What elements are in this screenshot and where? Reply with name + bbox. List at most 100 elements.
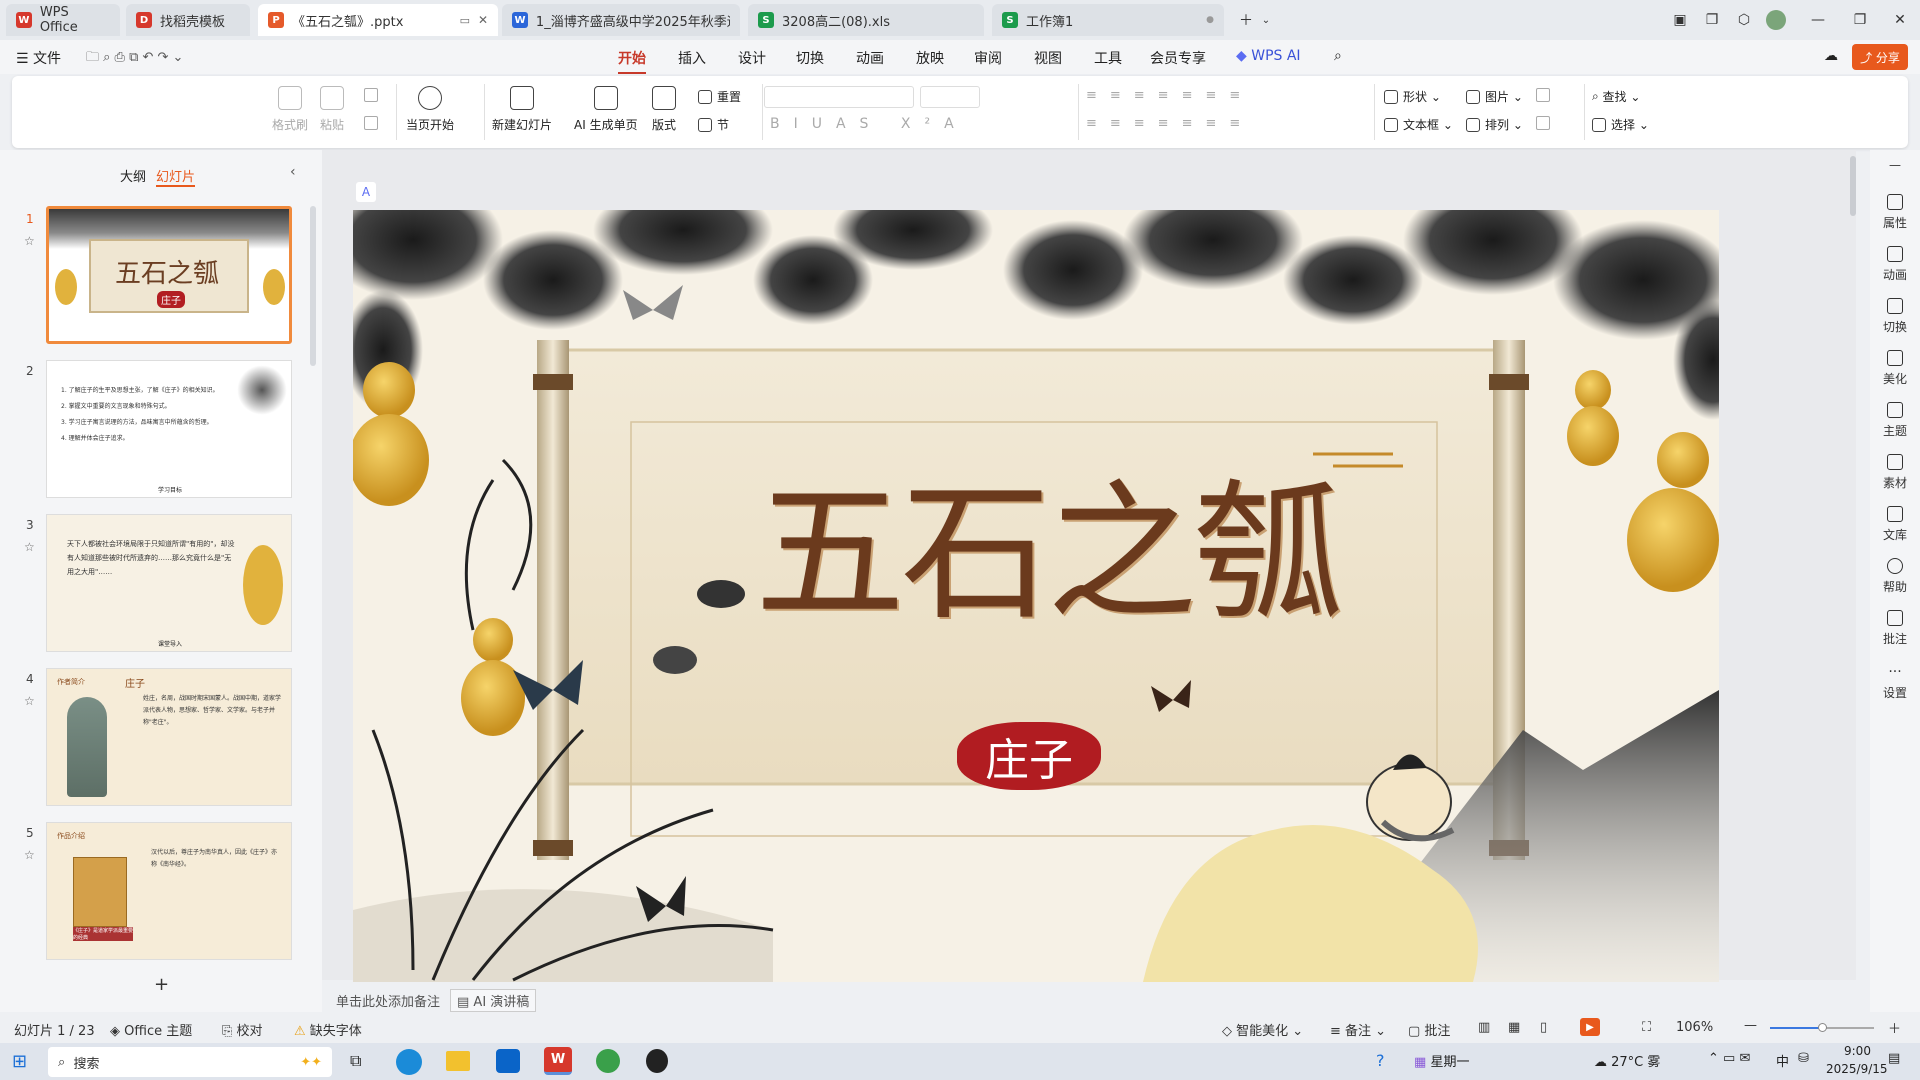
library-button[interactable]: 文库 — [1870, 506, 1920, 543]
slide-thumbnail-1[interactable]: 五石之瓠 庄子 — [46, 206, 292, 344]
transition-button[interactable]: 切换 — [1870, 298, 1920, 335]
tab-animation[interactable]: 动画 — [856, 48, 884, 68]
play-slideshow-icon[interactable]: ▶ — [1580, 1018, 1600, 1036]
browser-icon[interactable] — [596, 1049, 620, 1073]
weather-widget[interactable]: ☁ 27°C 雾 — [1594, 1051, 1660, 1070]
name-seal[interactable]: 庄子 — [957, 722, 1101, 790]
theme-button[interactable]: ◈ Office 主题 — [110, 1020, 192, 1039]
text-format-buttons[interactable]: BIUAS X²A — [770, 116, 968, 132]
tab-design[interactable]: 设计 — [738, 48, 766, 68]
calendar-widget[interactable]: ▦ 星期一 — [1414, 1051, 1469, 1070]
align-buttons[interactable]: ≡≡≡≡≡≡≡ — [1086, 116, 1253, 131]
assets-button[interactable]: 素材 — [1870, 454, 1920, 491]
search-icon[interactable]: ⌕ — [1334, 48, 1342, 64]
tab-member[interactable]: 会员专享 — [1150, 48, 1206, 68]
star-icon[interactable]: ☆ — [24, 234, 35, 248]
tab-workbook[interactable]: S 工作簿1 ● — [992, 4, 1224, 36]
animation-button[interactable]: 动画 — [1870, 246, 1920, 283]
tab-home[interactable]: 开始 — [618, 48, 646, 74]
ai-assist-icon[interactable]: A — [356, 182, 376, 202]
file-explorer-icon[interactable] — [446, 1051, 470, 1071]
missing-font-button[interactable]: ⚠ 缺失字体 — [294, 1020, 362, 1039]
layout-button[interactable]: 版式 — [652, 86, 676, 133]
fill-icon[interactable] — [1536, 88, 1550, 102]
notes-toggle[interactable]: ≡ 备注 ⌄ — [1330, 1020, 1386, 1039]
arrange-button[interactable]: 排列 ⌄ — [1466, 116, 1523, 133]
slide-thumbnail-4[interactable]: 作者简介 庄子 姓庄，名周，战国时期宋国蒙人。战国中期，道家学派代表人物，思想家… — [46, 668, 292, 806]
notes-placeholder[interactable]: 单击此处添加备注 — [336, 991, 440, 1010]
picture-button[interactable]: 图片 ⌄ — [1466, 88, 1523, 105]
slide-thumbnail-3[interactable]: 天下人都被社会环境局限于只知道所谓"有用的"，却没有人知道那些被时代所遗弃的……… — [46, 514, 292, 652]
find-button[interactable]: ⌕ 查找 ⌄ — [1592, 88, 1640, 105]
star-icon[interactable]: ☆ — [24, 848, 35, 862]
main-slide[interactable]: 五石之瓠 庄子 — [353, 210, 1719, 982]
reset-button[interactable]: 重置 — [698, 88, 741, 105]
tab-tools[interactable]: 工具 — [1094, 48, 1122, 68]
tab-view[interactable]: 视图 — [1034, 48, 1062, 68]
star-icon[interactable]: ☆ — [24, 694, 35, 708]
clock-date[interactable]: 2025/9/15 — [1826, 1062, 1888, 1076]
share-button[interactable]: ⤴ 分享 — [1852, 44, 1908, 70]
add-slide-button[interactable]: + — [154, 974, 169, 995]
notification-icon[interactable]: ▤ — [1888, 1051, 1900, 1066]
select-button[interactable]: 选择 ⌄ — [1592, 116, 1649, 133]
settings-button[interactable]: ··· 设置 — [1870, 664, 1920, 701]
shape-button[interactable]: 形状 ⌄ — [1384, 88, 1441, 105]
help-tray-icon[interactable]: ? — [1376, 1051, 1385, 1070]
zoom-out-icon[interactable]: — — [1744, 1018, 1757, 1033]
font-family-select[interactable] — [764, 86, 914, 108]
normal-view-icon[interactable]: ▥ — [1478, 1020, 1490, 1035]
tab-wps-office[interactable]: W WPS Office — [6, 4, 120, 36]
task-view-icon[interactable]: ⧉ — [350, 1051, 361, 1071]
ai-speech-button[interactable]: ▤ AI 演讲稿 — [450, 989, 537, 1012]
format-painter-button[interactable]: 格式刷 — [272, 86, 308, 133]
tab-dot-icon[interactable]: ● — [1206, 15, 1214, 25]
quick-access-toolbar[interactable]: 🗀 ⌕ ⎙ ⧉ ↶ ↷ ⌄ — [86, 48, 183, 70]
outline-tab[interactable]: 大纲 — [120, 166, 146, 185]
tab-word-doc[interactable]: W 1_淄博齐盛高级中学2025年秋季运动 — [502, 4, 740, 36]
slide-thumbnail-5[interactable]: 作品介绍 《庄子》是道家学派最重要的经典 汉代以后，尊庄子为南华真人，因此《庄子… — [46, 822, 292, 960]
close-tab-icon[interactable]: ✕ — [478, 13, 488, 27]
qq-icon[interactable] — [646, 1049, 668, 1073]
chevron-down-icon[interactable]: ⌄ — [1254, 8, 1278, 32]
tab-docer-templates[interactable]: D 找稻壳模板 — [126, 4, 250, 36]
slide-title[interactable]: 五石之瓠 — [755, 432, 1343, 649]
maximize-icon[interactable]: ❐ — [1848, 8, 1872, 32]
beautify-button[interactable]: 美化 — [1870, 350, 1920, 387]
network-icon[interactable]: ⛁ — [1798, 1051, 1809, 1066]
windows-start-icon[interactable]: ⊞ — [12, 1051, 27, 1072]
zoom-slider[interactable] — [1770, 1023, 1874, 1032]
proof-button[interactable]: ⎘ 校对 — [222, 1020, 263, 1039]
close-window-icon[interactable]: ✕ — [1888, 8, 1912, 32]
cloud-upload-icon[interactable]: ☁ — [1824, 48, 1838, 64]
minimize-icon[interactable]: — — [1806, 8, 1830, 32]
slide-thumbnail-2[interactable]: 1. 了解庄子的生平及思想主张，了解《庄子》的相关知识。 2. 掌握文中重要的文… — [46, 360, 292, 498]
comment-toggle[interactable]: ▢ 批注 — [1408, 1020, 1450, 1039]
help-button[interactable]: 帮助 — [1870, 558, 1920, 595]
smart-beautify-button[interactable]: ◇ 智能美化 ⌄ — [1222, 1020, 1303, 1039]
tray-icons[interactable]: ⌃ ▭ ✉ — [1708, 1051, 1750, 1066]
window-mode-icon[interactable]: ▭ — [460, 14, 470, 27]
section-button[interactable]: 节 — [698, 116, 729, 133]
tab-review[interactable]: 审阅 — [974, 48, 1002, 68]
edge-icon[interactable] — [396, 1049, 422, 1075]
paragraph-buttons[interactable]: ≡≡≡≡≡≡≡ — [1086, 88, 1253, 103]
textbox-button[interactable]: 文本框 ⌄ — [1384, 116, 1453, 133]
screenshot-icon[interactable]: ▣ — [1668, 8, 1692, 32]
star-icon[interactable]: ☆ — [24, 540, 35, 554]
ai-single-page-button[interactable]: AI 生成单页 — [574, 86, 638, 133]
tab-xls[interactable]: S 3208高二(08).xls — [748, 4, 984, 36]
window-icon[interactable]: ❐ — [1700, 8, 1724, 32]
zoom-level[interactable]: 106% — [1676, 1020, 1713, 1035]
reading-view-icon[interactable]: ▯ — [1540, 1020, 1547, 1035]
collapse-panel-icon[interactable]: ‹ — [290, 164, 296, 180]
ime-indicator[interactable]: 中 — [1776, 1051, 1789, 1070]
cube-icon[interactable]: ⬡ — [1732, 8, 1756, 32]
canvas-scrollbar[interactable] — [1850, 156, 1856, 216]
new-slide-button[interactable]: 新建幻灯片 — [492, 86, 552, 133]
play-current-button[interactable]: 当页开始 — [406, 86, 454, 133]
tab-pptx-active[interactable]: P 《五石之瓠》.pptx ▭ ✕ — [258, 4, 498, 36]
tab-transition[interactable]: 切换 — [796, 48, 824, 68]
avatar[interactable] — [1764, 8, 1788, 32]
outline-icon[interactable] — [1536, 116, 1550, 130]
